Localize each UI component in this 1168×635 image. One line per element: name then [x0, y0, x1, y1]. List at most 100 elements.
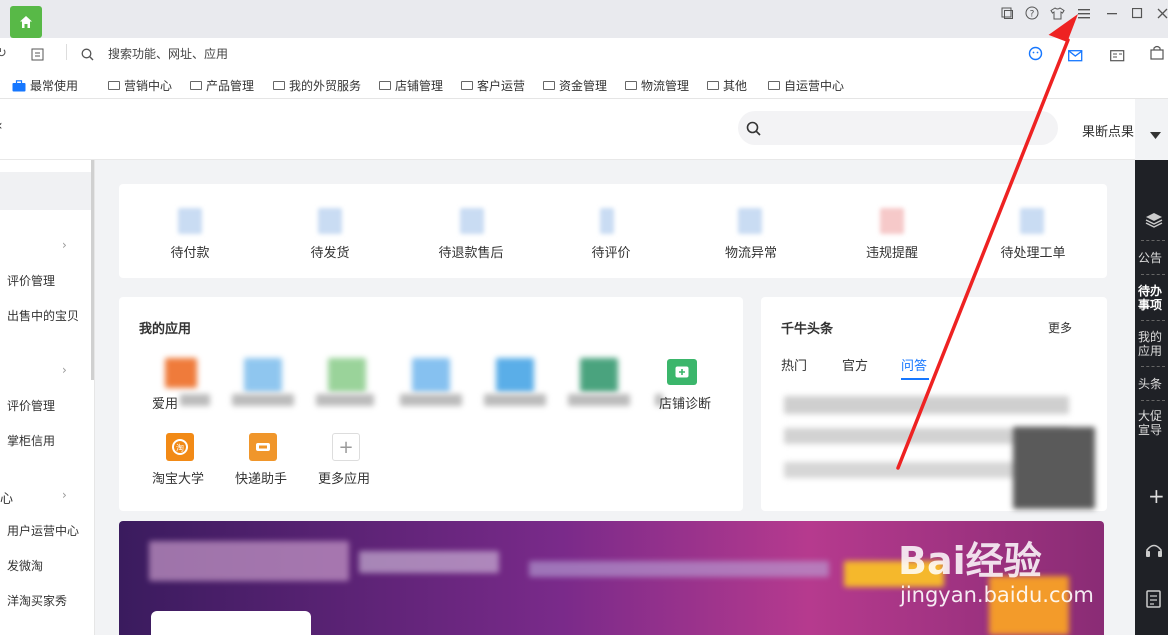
right-panel-item[interactable]: 头条 — [1138, 377, 1168, 391]
divider — [1141, 240, 1165, 241]
store-name[interactable]: 果断点果 — [1082, 121, 1134, 140]
headset-icon[interactable] — [1144, 542, 1164, 564]
bookmark-folder[interactable]: 资金管理 — [543, 77, 607, 94]
chevron-right-icon[interactable]: › — [62, 238, 67, 252]
folder-icon — [461, 81, 473, 90]
todo-item[interactable]: 待评价 — [551, 242, 671, 261]
watermark-url: jingyan.baidu.com — [900, 583, 1094, 607]
active-tab-indicator — [901, 378, 929, 380]
folder-icon — [379, 81, 391, 90]
my-apps-title: 我的应用 — [139, 322, 192, 337]
sidebar-item[interactable]: 评价管理 — [7, 397, 55, 414]
app-label[interactable]: 淘宝大学 — [152, 468, 204, 487]
mail-icon[interactable] — [1068, 47, 1083, 66]
app-icon[interactable] — [244, 358, 282, 392]
divider — [1141, 366, 1165, 367]
add-icon[interactable]: + — [1148, 484, 1165, 508]
plus-icon[interactable]: + — [332, 433, 360, 461]
chevron-right-icon[interactable]: › — [62, 488, 67, 502]
folder-icon — [108, 81, 120, 90]
menu-icon[interactable] — [1075, 4, 1093, 22]
app-icon[interactable] — [412, 358, 450, 392]
bookmark-folder[interactable]: 其他 — [707, 77, 747, 94]
store-icon[interactable] — [31, 46, 44, 65]
tab-qa[interactable]: 问答 — [901, 355, 927, 374]
watermark-logo: Bai经验 — [898, 539, 1042, 583]
todo-item[interactable]: 待退款售后 — [411, 242, 531, 261]
sidebar-item[interactable]: 洋淘买家秀 — [7, 592, 67, 609]
app-label[interactable]: 快递助手 — [235, 468, 287, 487]
blurred-text — [316, 394, 374, 406]
sidebar-item[interactable]: 出售中的宝贝 — [7, 307, 79, 324]
todo-item[interactable]: 待发货 — [270, 242, 390, 261]
todo-item[interactable]: 物流异常 — [691, 242, 811, 261]
news-title: 千牛头条 — [781, 322, 834, 337]
refresh-icon[interactable]: ↻ — [0, 46, 7, 61]
bookmark-folder[interactable]: 营销中心 — [108, 77, 172, 94]
sidebar-item[interactable]: 发微淘 — [7, 557, 43, 574]
home-icon — [20, 16, 32, 28]
todo-icon — [318, 208, 342, 234]
app-icon[interactable] — [580, 358, 618, 392]
tab-official[interactable]: 官方 — [842, 355, 868, 374]
sidebar-item[interactable]: 评价管理 — [7, 272, 55, 289]
todo-item[interactable]: 待处理工单 — [973, 242, 1093, 261]
right-panel-item[interactable]: 待办事项 — [1138, 284, 1168, 312]
sidebar-section-label[interactable]: 心 — [0, 488, 13, 507]
bookmark-folder[interactable]: 自运营中心 — [768, 77, 844, 94]
search-input[interactable]: 搜索功能、网址、应用 — [108, 45, 228, 62]
bookmark-folder[interactable]: 店铺管理 — [379, 77, 443, 94]
maximize-icon[interactable] — [1128, 4, 1146, 22]
taobao-university-icon[interactable]: 淘 — [166, 433, 194, 461]
right-panel-item[interactable]: 公告 — [1138, 251, 1168, 265]
bookmark-folder[interactable]: 我的外贸服务 — [273, 77, 361, 94]
chat-icon[interactable] — [1028, 46, 1043, 65]
skin-icon[interactable] — [998, 4, 1016, 22]
news-thumbnail[interactable] — [1013, 427, 1095, 509]
layers-icon[interactable] — [1145, 212, 1163, 232]
right-panel-item[interactable]: 我的应用 — [1138, 330, 1168, 358]
search-icon — [81, 46, 94, 65]
home-button[interactable] — [10, 6, 42, 38]
tab-hot[interactable]: 热门 — [781, 355, 807, 374]
bookmark-frequent[interactable]: 最常使用 — [12, 77, 78, 94]
chevron-down-icon[interactable] — [1150, 124, 1161, 143]
blurred-text — [232, 394, 294, 406]
news-item[interactable] — [784, 396, 1069, 414]
sidebar-item[interactable]: 用户运营中心 — [7, 522, 79, 539]
bag-icon[interactable] — [1150, 45, 1164, 64]
app-icon[interactable] — [496, 358, 534, 392]
store-diagnosis-icon[interactable] — [667, 359, 697, 385]
todo-icon — [880, 208, 904, 234]
folder-icon — [625, 81, 637, 90]
bookmark-folder[interactable]: 客户运营 — [461, 77, 525, 94]
sidebar-scrollbar[interactable] — [91, 160, 94, 380]
close-icon[interactable] — [1153, 4, 1168, 22]
todo-icon — [738, 208, 762, 234]
bookmark-folder[interactable]: 物流管理 — [625, 77, 689, 94]
folder-icon — [543, 81, 555, 90]
app-icon[interactable] — [165, 358, 197, 388]
minimize-icon[interactable] — [1103, 4, 1121, 22]
app-label[interactable]: 店铺诊断 — [659, 393, 711, 412]
card-icon[interactable] — [1110, 47, 1125, 66]
chevron-right-icon[interactable]: › — [62, 363, 67, 377]
help-icon[interactable]: ? — [1023, 4, 1041, 22]
todo-item[interactable]: 违规提醒 — [832, 242, 952, 261]
main-search-input[interactable] — [738, 111, 1058, 145]
news-more-link[interactable]: 更多 — [1048, 319, 1072, 336]
todo-item[interactable]: 待付款 — [130, 242, 250, 261]
app-label[interactable]: 爱用 — [152, 393, 178, 412]
sidebar-active-item[interactable] — [0, 172, 91, 210]
express-helper-icon[interactable] — [249, 433, 277, 461]
folder-icon — [768, 81, 780, 90]
bookmark-folder[interactable]: 产品管理 — [190, 77, 254, 94]
app-label[interactable]: 更多应用 — [318, 468, 370, 487]
sidebar-item[interactable]: 掌柜信用 — [7, 432, 55, 449]
back-arrow-icon[interactable]: ‹ — [0, 118, 3, 134]
divider — [1141, 320, 1165, 321]
notes-icon[interactable] — [1146, 590, 1162, 612]
app-icon[interactable] — [328, 358, 366, 392]
right-panel-item[interactable]: 大促宣导 — [1138, 409, 1168, 437]
shirt-icon[interactable] — [1048, 4, 1066, 22]
